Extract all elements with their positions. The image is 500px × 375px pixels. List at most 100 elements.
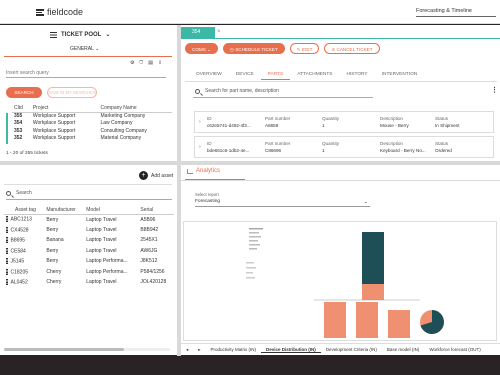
chevron-down-icon: ⌄ [95,46,100,52]
part-id-label: ID [207,141,212,146]
model: Laptop Performa... [86,268,128,275]
export-icon[interactable]: ⇩ [158,60,162,66]
table-row[interactable]: C18205 Cherry Laptop Performa... P584/1256 [4,267,174,278]
asset-tag: B8695 [10,237,25,244]
table-row[interactable]: 355 Workplace Support Marketing Company [12,112,172,120]
analytics-pane: Analytics Select report Forecasting ⌄ ◂ … [181,165,500,355]
chevron-down-icon: ⌄ [363,199,368,205]
more-options-icon[interactable] [6,268,8,275]
table-row[interactable]: ABC1213 Berry Laptop Travel A5B96 [4,214,174,225]
schedule-ticket-button[interactable]: ◷ SCHEDULE TICKET [222,43,285,54]
ticket-table: Cltd Project Company Name 355 Workplace S… [12,104,172,142]
asset-tag: ABC1213 [10,216,32,223]
column-header[interactable]: Manufacturer [44,206,85,215]
coms-button[interactable]: COMS ⌄ [185,43,218,54]
horizontal-scrollbar[interactable] [4,348,170,351]
table-row[interactable]: CE584 Berry Laptop Travel AW6JG [4,246,174,257]
tab-history[interactable]: HISTORY [339,70,374,80]
more-options-icon[interactable] [6,226,8,233]
edit-button[interactable]: ✎ EDIT [289,43,320,54]
scroll-right-icon[interactable]: ▸ [193,347,205,353]
more-options-icon[interactable]: ⋮ [491,86,498,94]
project: Workplace Support [32,127,76,134]
ticket-count: 1 - 20 of 355 tickets [6,151,48,156]
add-asset-label: Add asset [151,172,174,179]
cancel-ticket-button[interactable]: ⊘ CANCEL TICKET [324,43,380,54]
asset-tag: C18205 [10,268,29,275]
table-row[interactable]: 352 Workplace Support Material Company [12,135,172,143]
serial: 2545X1 [140,237,158,244]
scroll-left-icon[interactable]: ◂ [181,347,193,353]
model: Laptop Travel [86,247,117,254]
project: Workplace Support [32,113,76,119]
tab-parts[interactable]: PARTS [260,70,291,80]
ticket-pool-subtitle: GENERAL [70,46,94,52]
divider [185,81,497,82]
save-search-button[interactable]: SAVE IN MY SEARCHES [47,87,97,98]
table-row[interactable]: 353 Workplace Support Consulting Company [12,127,172,135]
document-icon[interactable]: ▤ [148,60,153,66]
asset-tag: J5145 [10,258,25,265]
report-tab-workforce-forecast[interactable]: Workforce forecast (OUT) [424,347,485,352]
part-card[interactable]: › ID bde661c6-1db2-4e... Part number C8669… [194,136,494,158]
table-row[interactable]: B8695 Banana Laptop Travel 2545X1 [4,235,174,246]
tab-overview[interactable]: OVERVIEW [189,70,229,80]
manufacturer: Berry [46,258,59,265]
asset-table: Asset tag Manufacturer Model Serial ABC1… [4,206,174,288]
part-card[interactable]: › ID c62e5741-d492-4f3... Part number A865… [194,111,494,133]
top-bar: fieldcode Forecasting & Timeline [0,0,500,24]
ticket-search-input[interactable] [6,68,166,78]
ticket-id-tab[interactable]: 354 [181,27,215,38]
ticket-id-label: 354 [192,29,201,35]
column-header[interactable]: Asset tag [4,206,45,215]
more-options-icon[interactable] [6,279,8,286]
scrollbar-thumb[interactable] [4,348,124,351]
report-tab-development-criteria[interactable]: Development Criteria (IN) [321,347,382,352]
coms-label: COMS [192,47,206,52]
description-label: Description [380,141,403,146]
search-button[interactable]: SEARCH [6,87,42,98]
more-options-icon[interactable] [6,216,8,223]
table-row[interactable]: J5145 Berry Laptop Performa... J8K512 [4,256,174,267]
report-tab-productivity[interactable]: Productivity Matrix (IN) [206,347,262,352]
list-icon [50,31,57,38]
model: Laptop Travel [86,237,117,244]
report-select[interactable]: Forecasting ⌄ [195,199,370,207]
column-header[interactable]: Project [30,104,99,113]
table-row[interactable]: CX4528 Berry Laptop Travel B8B942 [4,225,174,236]
search-icon [6,191,11,196]
tab-intervention[interactable]: INTERVENTION [375,70,425,80]
ticket-id: 355 [14,113,23,119]
close-tab-icon[interactable]: × [217,29,221,35]
ticket-pool-header[interactable]: TICKET POOL ⌄ [50,31,110,38]
serial: JOL420128 [140,279,167,286]
table-row[interactable]: 354 Workplace Support Law Company [12,120,172,128]
tab-attachments[interactable]: ATTACHMENTS [290,70,339,80]
more-options-icon[interactable] [6,237,8,244]
column-header[interactable]: Serial [138,206,174,215]
add-asset-button[interactable]: + Add asset [139,171,173,180]
tab-device[interactable]: DEVICE [229,70,261,80]
table-row[interactable]: AL0452 Cherry Laptop Travel JOL420128 [4,277,174,288]
settings-icon[interactable]: ⚙ [130,60,134,66]
view-selector[interactable]: Forecasting & Timeline [416,8,496,17]
status-label: Status [435,141,449,146]
more-options-icon[interactable] [6,247,8,254]
ticket-id: 353 [14,127,23,134]
column-header[interactable]: Model [84,206,139,215]
report-tab-base-model[interactable]: Base model (IN) [382,347,425,352]
serial: AW6JG [140,247,158,254]
report-label: Select report [195,192,219,197]
column-header[interactable]: Cltd [12,104,31,113]
filter-icon[interactable]: ⛉ [139,60,143,66]
report-tab-device-distribution[interactable]: Device Distribution (IN) [261,347,321,353]
ticket-id: 354 [14,120,23,127]
part-number-label: Part number [265,141,291,146]
more-options-icon[interactable] [6,258,8,265]
column-header[interactable]: Company Name [98,104,172,113]
asset-search-input[interactable]: Search [6,190,172,200]
ticket-pool-filter[interactable]: GENERAL ⌄ [70,46,99,52]
project: Workplace Support [32,135,76,142]
parts-search-input[interactable]: Search for part name, description [193,88,373,98]
analytics-tab[interactable]: Analytics [187,168,220,174]
